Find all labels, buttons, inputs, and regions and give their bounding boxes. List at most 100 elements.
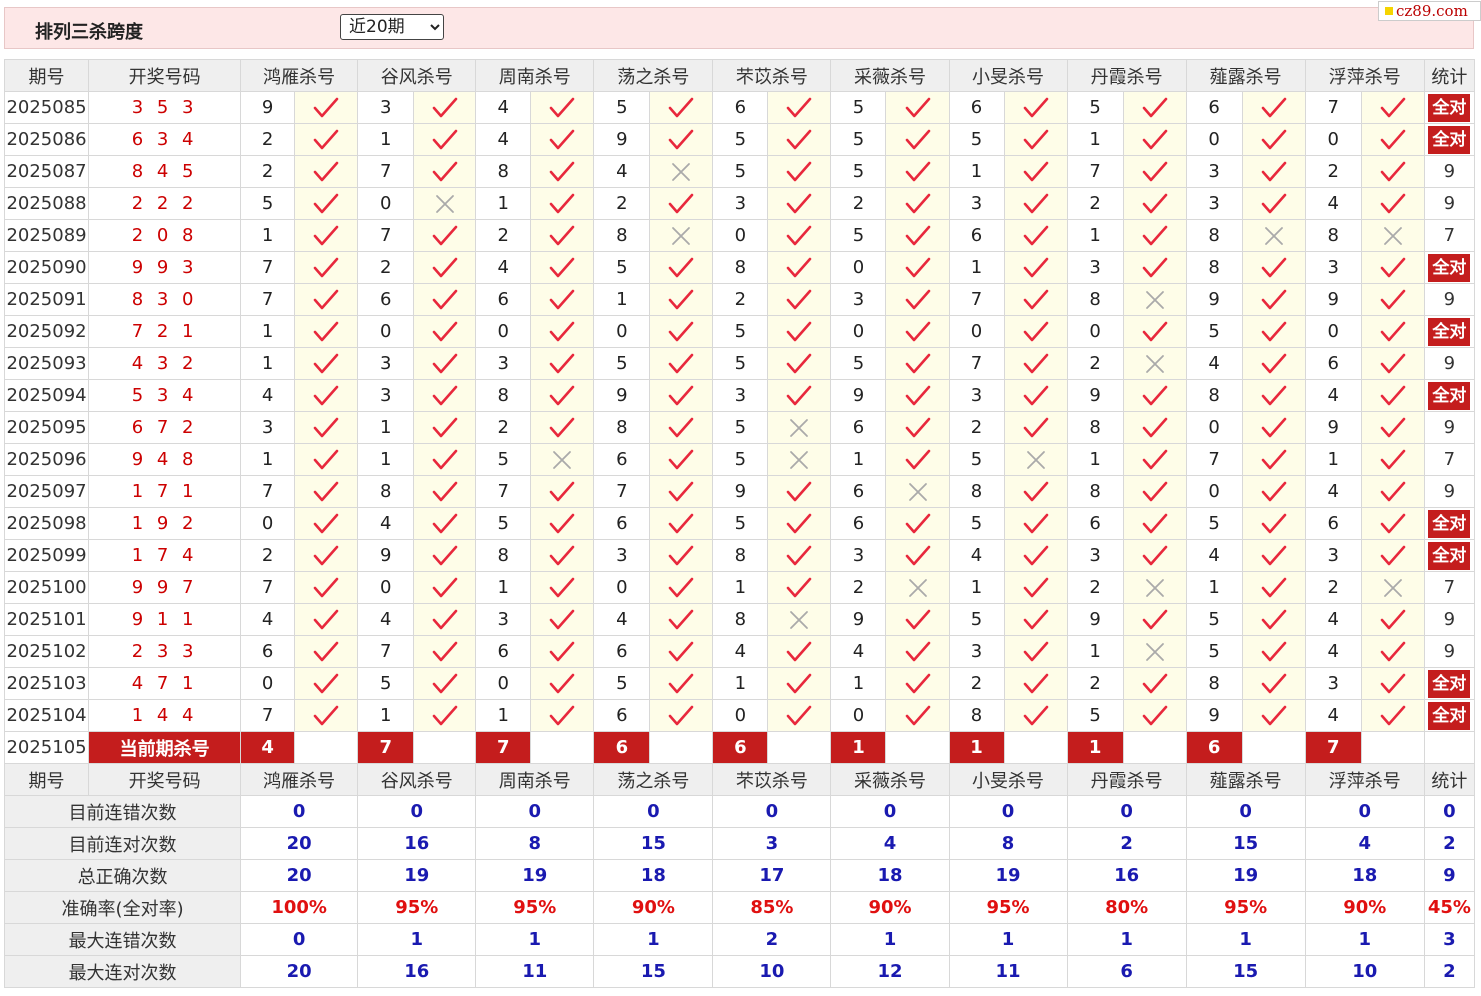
period-select[interactable]: 近20期 — [340, 14, 444, 40]
result-mark-cell — [294, 187, 359, 220]
kill-number-cell: 1 — [475, 187, 532, 220]
check-icon — [787, 193, 812, 213]
table-row: 2025101 9 1 144348959549 — [3, 603, 1476, 636]
col-header-expert: 小旻杀号 — [948, 59, 1068, 92]
kill-number-cell: 6 — [593, 507, 651, 540]
kill-number-cell: 0 — [1185, 411, 1243, 444]
check-icon — [905, 161, 930, 181]
issue-cell: 2025085 — [3, 91, 90, 124]
result-mark-cell — [649, 667, 714, 700]
kill-number-cell: 1 — [948, 571, 1005, 604]
issue-cell: 2025104 — [3, 699, 90, 732]
site-logo[interactable]: cz89.com — [1378, 1, 1481, 21]
table-row: 2025096 9 4 811565151717 — [3, 443, 1476, 476]
kill-number-cell: 4 — [240, 603, 296, 636]
current-empty-cell — [1360, 731, 1425, 764]
result-mark-cell — [294, 411, 359, 444]
current-kill-number: 6 — [1185, 731, 1243, 764]
stat-total: 2 — [1423, 955, 1476, 988]
draw-number-cell: 4 3 2 — [88, 347, 242, 380]
result-mark-cell — [885, 347, 950, 380]
draw-number-cell: 2 0 8 — [88, 219, 242, 252]
result-mark-cell — [885, 283, 950, 316]
stat-value: 95% — [357, 891, 477, 924]
kill-number-cell: 7 — [240, 475, 296, 508]
result-mark-cell — [413, 283, 477, 316]
kill-number-cell: 6 — [712, 91, 769, 124]
result-mark-cell — [1360, 379, 1425, 412]
check-icon — [313, 545, 339, 565]
cross-icon — [435, 194, 454, 213]
stat-value: 15 — [1185, 955, 1306, 988]
stat-value: 0 — [240, 923, 359, 956]
result-mark-cell — [649, 347, 714, 380]
kill-number-cell: 5 — [593, 347, 651, 380]
result-mark-cell — [1360, 187, 1425, 220]
stat-value: 11 — [475, 955, 595, 988]
stat-value: 90% — [830, 891, 950, 924]
result-mark-cell — [413, 411, 477, 444]
kill-number-cell: 4 — [240, 379, 296, 412]
kill-number-cell: 8 — [1185, 219, 1243, 252]
issue-cell: 2025096 — [3, 443, 90, 476]
result-mark-cell — [294, 667, 359, 700]
result-mark-cell — [1241, 475, 1306, 508]
check-icon — [1261, 417, 1286, 437]
cross-icon — [1145, 642, 1164, 661]
result-mark-cell — [885, 315, 950, 348]
current-kill-number: 7 — [357, 731, 415, 764]
logo-square-icon — [1385, 7, 1393, 15]
result-mark-cell — [294, 379, 359, 412]
check-icon — [1142, 513, 1167, 533]
check-icon — [313, 481, 339, 501]
kill-number-cell: 8 — [712, 251, 769, 284]
check-icon — [1380, 545, 1406, 565]
check-icon — [1142, 481, 1167, 501]
check-icon — [313, 673, 339, 693]
all-correct-badge: 全对 — [1428, 701, 1471, 730]
kill-number-cell: 5 — [593, 667, 651, 700]
cross-icon — [1383, 226, 1402, 245]
stat-value: 12 — [830, 955, 950, 988]
result-mark-cell — [530, 251, 595, 284]
check-icon — [1142, 385, 1167, 405]
result-mark-cell — [1360, 635, 1425, 668]
check-icon — [432, 449, 458, 469]
stat-total: 3 — [1423, 923, 1476, 956]
check-icon — [1261, 673, 1286, 693]
result-mark-cell — [885, 251, 950, 284]
check-icon — [550, 417, 575, 437]
stat-value: 90% — [1304, 891, 1425, 924]
current-empty-cell — [530, 731, 595, 764]
result-mark-cell — [1003, 347, 1068, 380]
result-mark-cell — [767, 635, 832, 668]
check-icon — [1023, 513, 1048, 533]
result-mark-cell — [1241, 571, 1306, 604]
check-icon — [787, 289, 812, 309]
check-icon — [787, 513, 812, 533]
kill-number-cell: 1 — [712, 571, 769, 604]
check-icon — [905, 641, 930, 661]
kill-number-cell: 3 — [1185, 155, 1243, 188]
kill-number-cell: 8 — [712, 603, 769, 636]
kill-number-cell: 0 — [1185, 123, 1243, 156]
check-icon — [1261, 481, 1286, 501]
kill-number-cell: 1 — [240, 219, 296, 252]
result-mark-cell — [1122, 283, 1187, 316]
result-mark-cell — [885, 155, 950, 188]
col-header-expert: 小旻杀号 — [948, 763, 1068, 796]
draw-number-cell: 8 4 5 — [88, 155, 242, 188]
kill-number-cell: 5 — [830, 347, 887, 380]
check-icon — [905, 257, 930, 277]
check-icon — [1142, 129, 1167, 149]
kill-number-cell: 9 — [240, 91, 296, 124]
stat-value: 10 — [1304, 955, 1425, 988]
check-icon — [313, 577, 339, 597]
result-mark-cell — [413, 219, 477, 252]
stat-value: 19 — [475, 859, 595, 892]
kill-number-cell: 4 — [357, 507, 415, 540]
result-mark-cell — [294, 283, 359, 316]
cross-icon — [1264, 226, 1283, 245]
kill-number-cell: 7 — [475, 475, 532, 508]
stat-value: 1 — [1304, 923, 1425, 956]
